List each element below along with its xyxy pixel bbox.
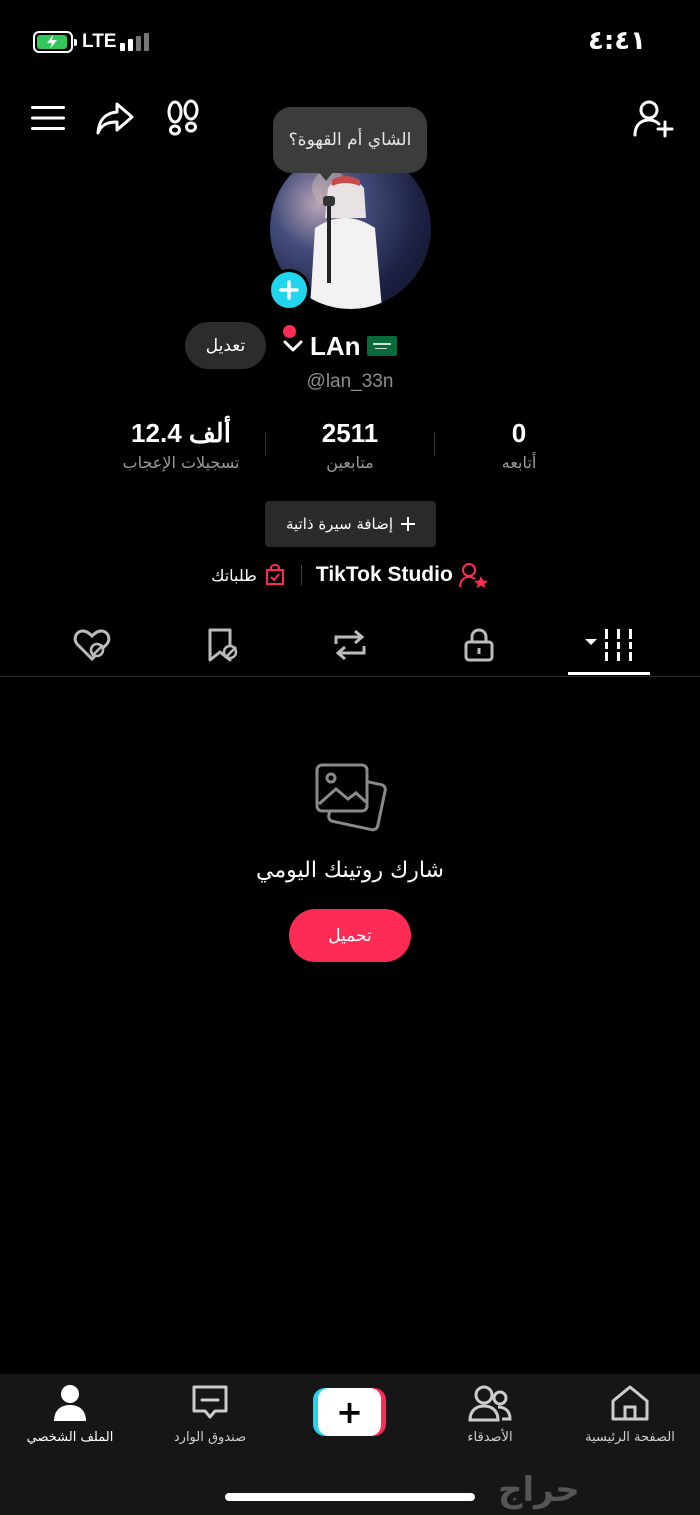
profile-icon	[54, 1385, 86, 1421]
active-tab-indicator	[568, 672, 650, 675]
tab-liked[interactable]	[42, 615, 142, 675]
network-type: LTE	[82, 31, 117, 52]
status-time: ٤:٤١	[588, 26, 647, 56]
following-label: أتابعه	[501, 453, 537, 472]
home-icon	[611, 1385, 649, 1421]
tab-reposts[interactable]	[300, 615, 400, 675]
upload-button[interactable]: تحميل	[289, 909, 411, 962]
watermark-logo: حراج	[498, 1470, 580, 1510]
share-icon[interactable]	[93, 98, 137, 138]
following-count: 0	[511, 418, 527, 448]
battery-icon	[33, 31, 77, 53]
home-indicator[interactable]	[225, 1493, 475, 1501]
shopping-bag-icon	[265, 563, 284, 585]
inbox-icon	[192, 1385, 228, 1419]
photos-icon	[312, 760, 388, 840]
profile-links: طلباتك TikTok Studio	[0, 560, 700, 590]
grid-icon	[585, 629, 632, 661]
note-bubble[interactable]: الشاي أم القهوة؟	[273, 107, 427, 181]
add-bio-label: إضافة سيرة ذاتية	[285, 515, 394, 533]
signal-icon	[120, 33, 150, 51]
friends-icon	[468, 1385, 512, 1422]
create-button[interactable]: +	[313, 1388, 386, 1436]
lock-icon	[464, 628, 494, 662]
following-stat[interactable]: 0 أتابعه	[424, 418, 614, 472]
nav-profile[interactable]: الملف الشخصي	[0, 1384, 140, 1445]
tab-favorites[interactable]	[173, 615, 273, 675]
favorites-hidden-icon	[208, 628, 238, 662]
profile-name: LAn	[310, 330, 361, 361]
account-switcher[interactable]: LAn	[282, 326, 397, 366]
followers-label: متابعين	[326, 453, 374, 472]
footprints-icon[interactable]	[163, 98, 203, 138]
notification-dot	[283, 325, 296, 338]
plus-icon	[401, 517, 416, 531]
nav-inbox[interactable]: صندوق الوارد	[140, 1384, 280, 1445]
orders-label: طلباتك	[211, 565, 257, 585]
add-bio-button[interactable]: إضافة سيرة ذاتية	[265, 501, 436, 547]
empty-state-title: شارك روتينك اليومي	[255, 858, 444, 883]
nav-home-label: الصفحة الرئيسية	[585, 1430, 675, 1445]
nav-friends[interactable]: الأصدقاء	[420, 1384, 560, 1445]
likes-label: تسجيلات الإعجاب	[122, 453, 240, 472]
orders-link[interactable]: طلباتك	[211, 563, 287, 587]
followers-stat[interactable]: 2511 متابعين	[255, 418, 445, 472]
followers-count: 2511	[321, 418, 379, 448]
nav-profile-label: الملف الشخصي	[26, 1430, 114, 1445]
content-tabs	[0, 615, 700, 677]
create-icon: +	[318, 1388, 381, 1436]
add-avatar-button[interactable]	[268, 269, 310, 311]
saudi-flag-icon	[366, 336, 397, 356]
nav-home[interactable]: الصفحة الرئيسية	[560, 1384, 700, 1445]
nav-friends-label: الأصدقاء	[467, 1430, 513, 1445]
liked-hidden-icon	[73, 629, 111, 662]
studio-label: TikTok Studio	[315, 563, 453, 586]
nav-inbox-label: صندوق الوارد	[173, 1430, 247, 1445]
edit-profile-button[interactable]: تعديل	[185, 322, 266, 369]
profile-handle: @lan_33n	[306, 371, 394, 392]
link-divider	[300, 565, 302, 585]
repost-icon	[334, 629, 366, 661]
tab-private[interactable]	[429, 615, 529, 675]
likes-stat[interactable]: 12.4 ألف تسجيلات الإعجاب	[86, 418, 276, 472]
add-friend-icon[interactable]	[630, 96, 676, 140]
tab-videos[interactable]	[559, 615, 659, 675]
chevron-down-icon	[283, 340, 303, 352]
likes-count: 12.4 ألف	[131, 418, 231, 448]
tiktok-studio-link[interactable]: TikTok Studio	[316, 562, 489, 588]
menu-icon[interactable]	[28, 100, 68, 136]
studio-icon	[458, 563, 488, 588]
